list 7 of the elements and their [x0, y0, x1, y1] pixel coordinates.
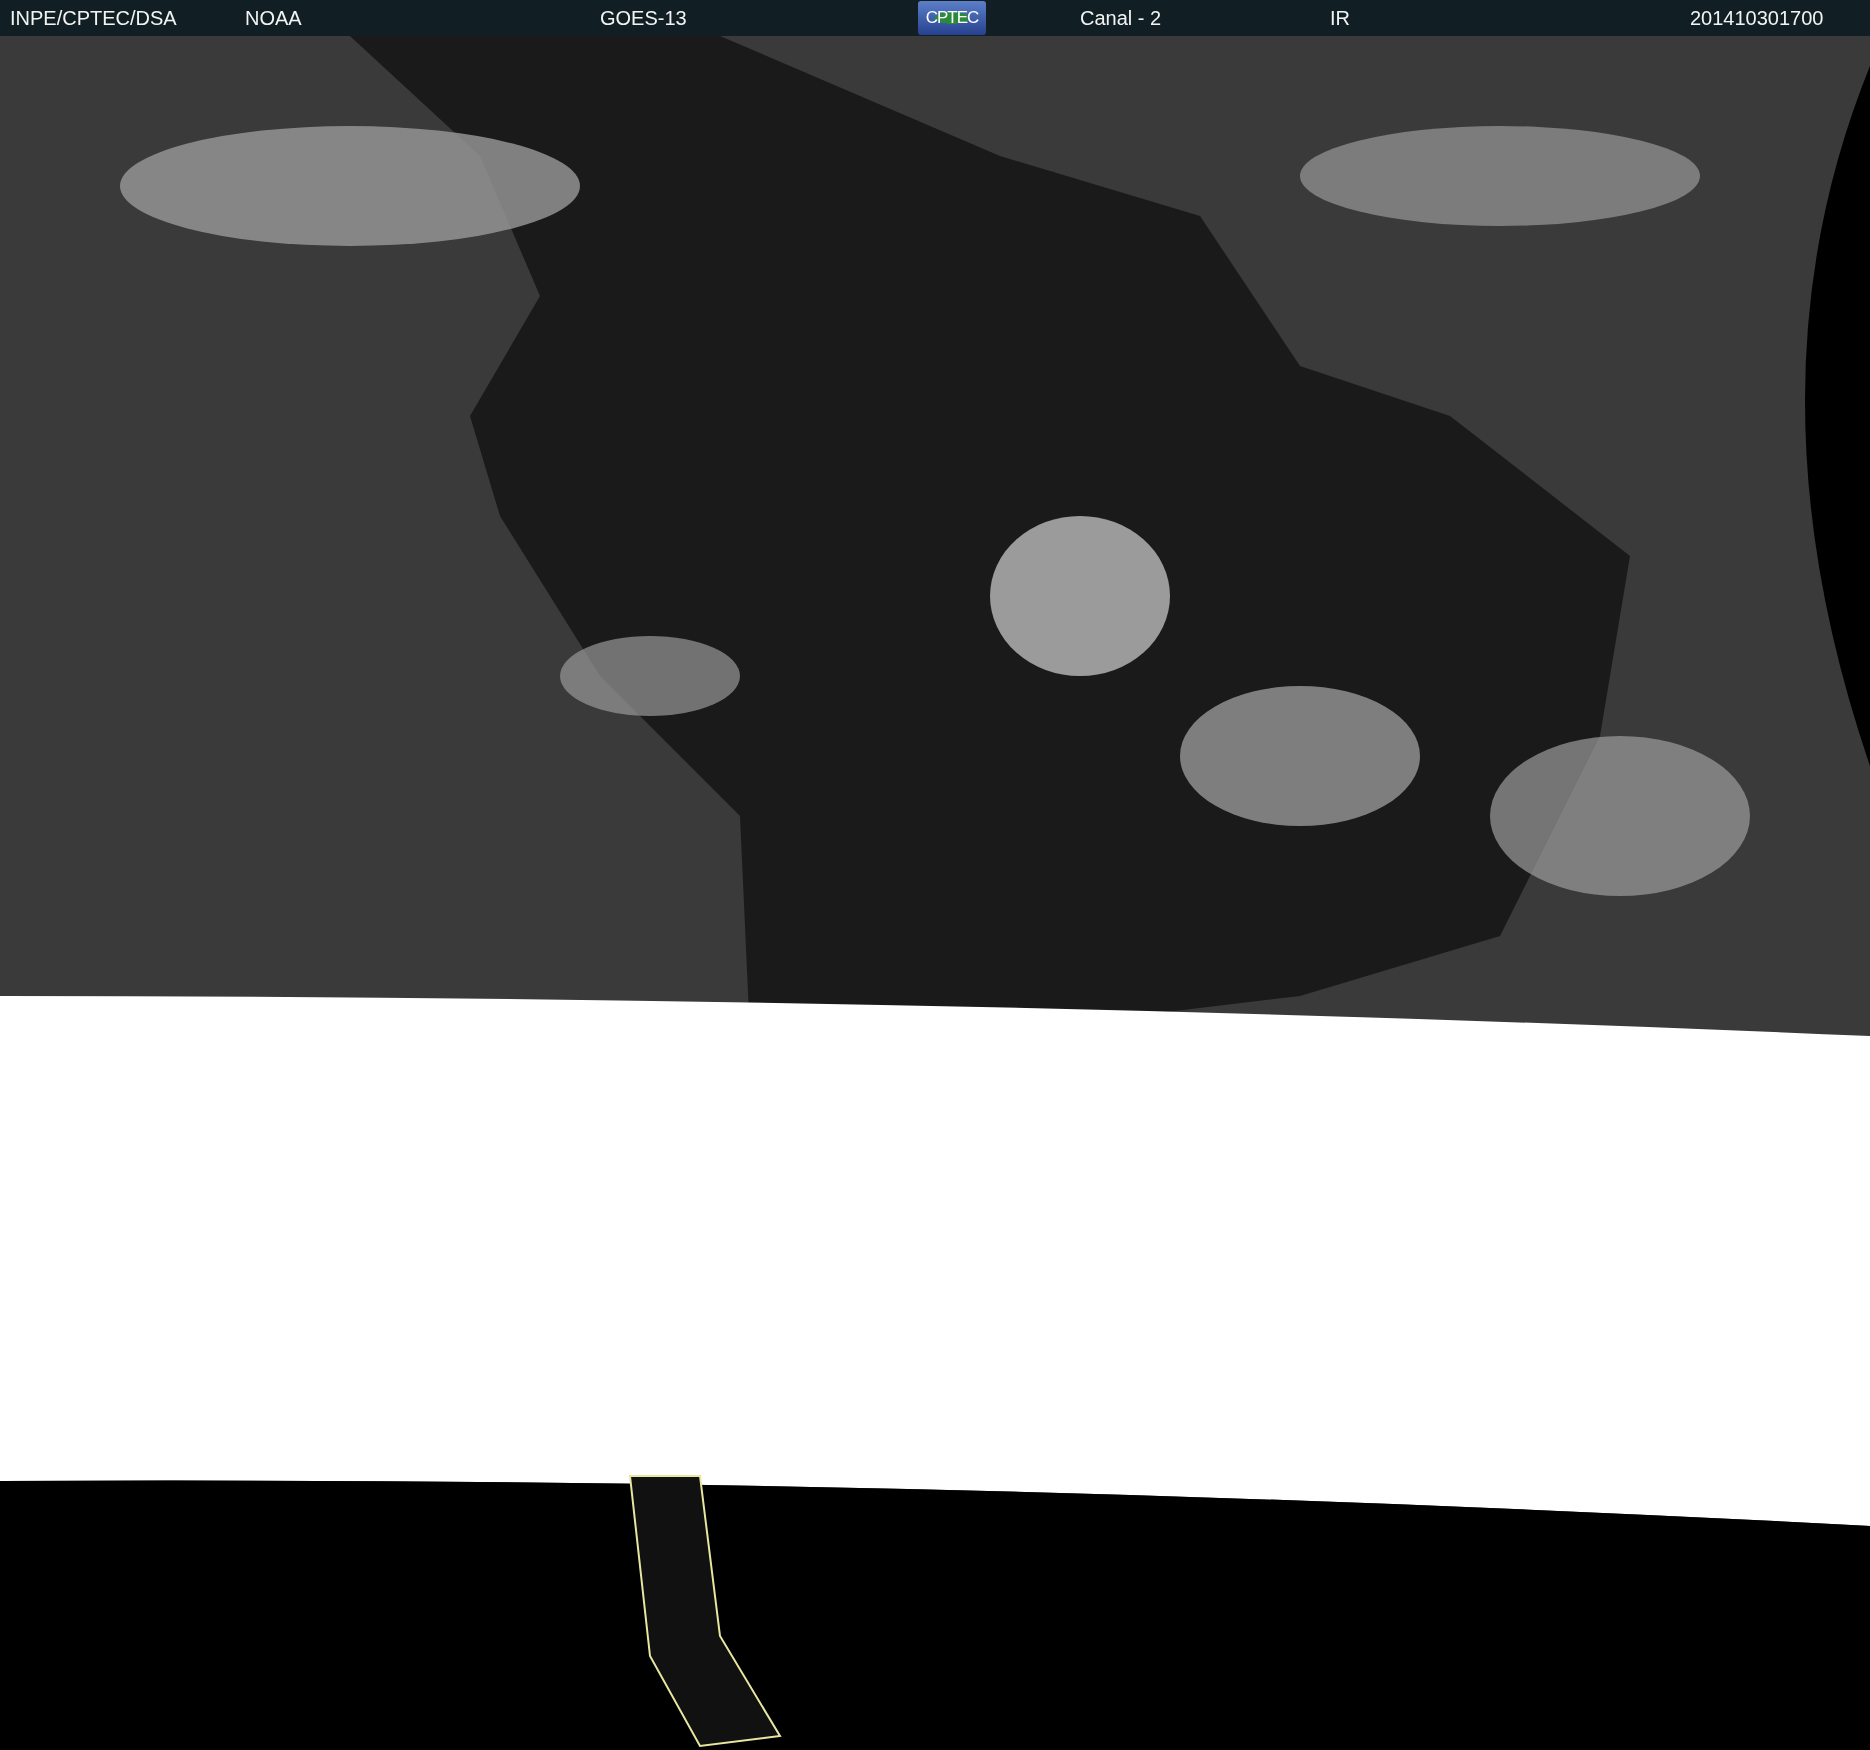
header-label: GOES-13: [600, 6, 687, 30]
header-label: INPE/CPTEC/DSA: [10, 6, 177, 30]
header-label: IR: [1330, 6, 1350, 30]
header-label: NOAA: [245, 6, 302, 30]
logo: CPTEC: [918, 1, 986, 35]
header-label: 201410301700: [1690, 6, 1824, 30]
header-label: Canal - 2: [1080, 6, 1162, 30]
